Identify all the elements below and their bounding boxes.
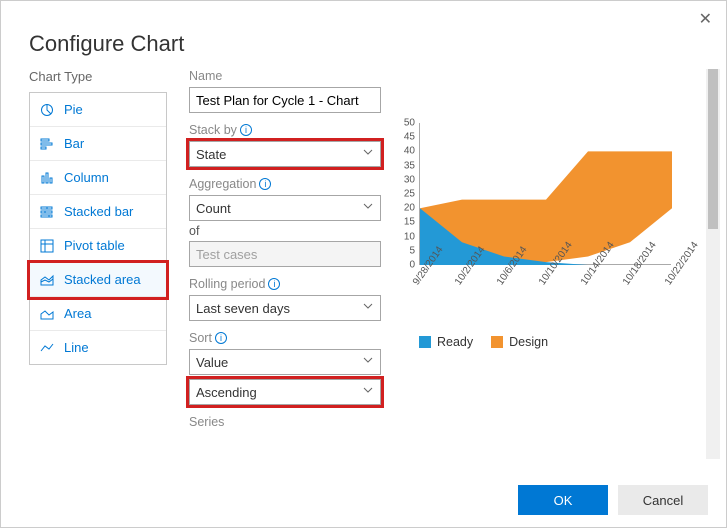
chevron-down-icon	[362, 384, 374, 396]
series-label: Series	[189, 415, 381, 429]
name-label: Name	[189, 69, 381, 83]
of-field	[189, 241, 381, 267]
chart-type-area[interactable]: Area	[30, 297, 166, 331]
chart-preview: 05101520253035404550 9/28/201410/2/20141…	[391, 123, 671, 293]
info-icon[interactable]: i	[240, 124, 252, 136]
y-tick: 45	[404, 132, 415, 143]
chart-type-line[interactable]: Line	[30, 331, 166, 364]
chevron-down-icon	[362, 146, 374, 158]
sort-field-select[interactable]: Value	[189, 349, 381, 375]
chart-type-label: Column	[64, 170, 109, 185]
y-tick: 20	[404, 203, 415, 214]
scrollbar[interactable]	[706, 69, 720, 459]
legend-item: Ready	[419, 335, 473, 349]
swatch-icon	[419, 336, 431, 348]
chart-type-label: Area	[64, 306, 91, 321]
ok-button[interactable]: OK	[518, 485, 608, 515]
dialog-footer: OK Cancel	[518, 485, 708, 515]
chart-legend: Ready Design	[391, 335, 696, 349]
of-label: of	[189, 224, 381, 238]
stacked-area-icon	[40, 273, 54, 287]
cancel-button[interactable]: Cancel	[618, 485, 708, 515]
chart-type-label: Line	[64, 340, 89, 355]
chart-type-heading: Chart Type	[29, 69, 167, 84]
chart-type-bar[interactable]: Bar	[30, 127, 166, 161]
bar-icon	[40, 137, 54, 151]
y-tick: 0	[409, 260, 415, 271]
chart-type-stacked-bar[interactable]: Stacked bar	[30, 195, 166, 229]
stackby-select[interactable]: State	[189, 141, 381, 167]
name-input[interactable]	[189, 87, 381, 113]
stackby-label: Stack byi	[189, 123, 381, 137]
y-tick: 35	[404, 160, 415, 171]
chart-type-pie[interactable]: Pie	[30, 93, 166, 127]
y-tick: 10	[404, 231, 415, 242]
line-icon	[40, 341, 54, 355]
scrollbar-thumb[interactable]	[708, 69, 718, 229]
rolling-label: Rolling periodi	[189, 277, 381, 291]
chevron-down-icon	[362, 354, 374, 366]
aggregation-select[interactable]: Count	[189, 195, 381, 221]
chart-type-column[interactable]: Column	[30, 161, 166, 195]
stacked-bar-icon	[40, 205, 54, 219]
dialog-title: Configure Chart	[1, 1, 726, 69]
chart-preview-panel: 05101520253035404550 9/28/201410/2/20141…	[391, 69, 726, 459]
chart-type-pivot-table[interactable]: Pivot table	[30, 229, 166, 263]
y-tick: 25	[404, 189, 415, 200]
configure-chart-dialog: ✕ Configure Chart Chart Type Pie Bar Col…	[0, 0, 727, 528]
rolling-select[interactable]: Last seven days	[189, 295, 381, 321]
legend-item: Design	[491, 335, 548, 349]
swatch-icon	[491, 336, 503, 348]
y-tick: 5	[409, 245, 415, 256]
chart-type-panel: Chart Type Pie Bar Column Stacked bar	[29, 69, 167, 459]
chevron-down-icon	[362, 200, 374, 212]
info-icon[interactable]: i	[268, 278, 280, 290]
sort-direction-select[interactable]: Ascending	[189, 379, 381, 405]
close-icon[interactable]: ✕	[699, 9, 712, 29]
y-tick: 15	[404, 217, 415, 228]
y-tick: 30	[404, 174, 415, 185]
pie-icon	[40, 103, 54, 117]
area-icon	[40, 307, 54, 321]
y-tick: 50	[404, 118, 415, 129]
sort-label: Sorti	[189, 331, 381, 345]
chart-type-label: Stacked bar	[64, 204, 133, 219]
chart-type-label: Stacked area	[64, 272, 141, 287]
chart-type-label: Bar	[64, 136, 84, 151]
chart-type-list: Pie Bar Column Stacked bar Pivot table	[29, 92, 167, 365]
chart-type-label: Pie	[64, 102, 83, 117]
chart-type-stacked-area[interactable]: Stacked area	[30, 263, 166, 297]
pivot-table-icon	[40, 239, 54, 253]
info-icon[interactable]: i	[259, 178, 271, 190]
chart-config-panel: Name Stack byi State Aggregationi Count …	[167, 69, 391, 459]
y-tick: 40	[404, 146, 415, 157]
column-icon	[40, 171, 54, 185]
aggregation-label: Aggregationi	[189, 177, 381, 191]
chart-type-label: Pivot table	[64, 238, 125, 253]
info-icon[interactable]: i	[215, 332, 227, 344]
chevron-down-icon	[362, 300, 374, 312]
